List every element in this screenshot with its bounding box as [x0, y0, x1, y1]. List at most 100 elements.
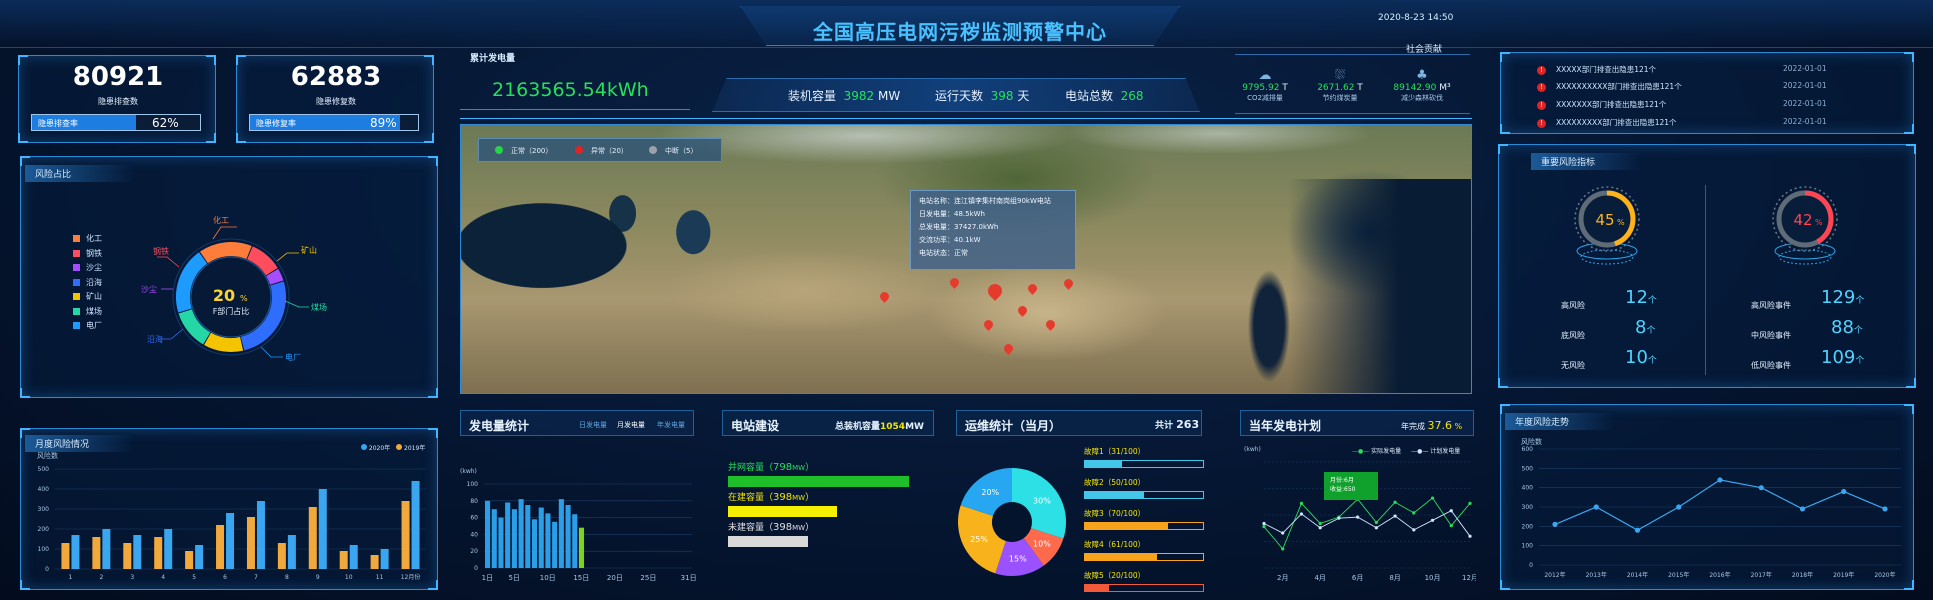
pie-hole: [993, 503, 1031, 541]
power-bar: [538, 507, 544, 568]
x-tick-label: 8: [285, 574, 289, 581]
social-item: ♣ 89142.90 M³ 减少森林砍伐: [1384, 68, 1460, 103]
power-bar: [498, 517, 504, 568]
key-risk-panel: 重要风险指标 45 % 42 % 高风险 12个 底风险 8个 无风险 10个 …: [1498, 144, 1916, 388]
series-point: [1374, 520, 1378, 525]
x-tick-label: 25日: [640, 574, 656, 582]
capacity-item: 电站总数 268: [1065, 89, 1144, 103]
y-tick-label: 100: [38, 546, 50, 553]
x-tick-label: 2012年: [1544, 571, 1565, 579]
x-tick-label: 10日: [540, 574, 556, 582]
bar-2020: [71, 535, 80, 569]
x-tick-label: 2016年: [1709, 571, 1730, 579]
pie-label: 25%: [970, 535, 988, 544]
slice-label: 沿海: [147, 334, 163, 344]
gauge-value: 42: [1793, 211, 1812, 229]
power-bar: [545, 513, 551, 568]
chart-legend: 2020年 2019年: [361, 443, 425, 452]
tree-icon: ♣: [1416, 68, 1428, 83]
panel-title: 风险占比: [25, 165, 135, 182]
x-tick-label: 5: [192, 574, 196, 581]
bar-2019: [185, 551, 194, 569]
x-tick-label: 2020年: [1874, 571, 1895, 579]
x-tick-label: 2018年: [1792, 571, 1813, 579]
y-tick-label: 200: [38, 526, 50, 533]
dashboard-root: 全国高压电网污秽监测预警中心 2020-8-23 14:50 80921 隐患排…: [0, 0, 1933, 600]
x-tick-label: 2013年: [1586, 571, 1607, 579]
series-point: [1634, 527, 1641, 533]
donut-center-unit: %: [240, 294, 248, 303]
y-tick-label: 500: [1522, 465, 1534, 472]
alert-row[interactable]: ! XXXXXXX部门排查出隐患121个 2022-01-01: [1537, 99, 1897, 110]
power-bar: [505, 502, 511, 568]
series-point: [1412, 528, 1416, 532]
y-tick-label: 500: [38, 466, 50, 473]
station-tooltip: 电站名称：连江镇李集村南岗组90kW电站 日发电量：48.5kWh 总发电量：3…: [910, 190, 1076, 270]
series-point: [1281, 547, 1285, 551]
x-tick-label: 4: [161, 574, 165, 581]
panel-divider: [1705, 185, 1706, 375]
legend-dot: [495, 146, 503, 154]
pie-label: 30%: [1033, 496, 1051, 505]
rate-bar-label: 隐患排查率: [38, 119, 78, 128]
x-tick-label: 20日: [607, 574, 623, 582]
bar-2019: [92, 537, 101, 569]
bar-2020: [349, 545, 358, 569]
tab-month[interactable]: 月发电量: [617, 420, 645, 430]
alert-icon: !: [1537, 119, 1546, 128]
donut-slice: [199, 242, 252, 264]
donut-center-label: F部门占比: [213, 306, 250, 316]
bar-2020: [318, 489, 327, 569]
cumulative-underline: [460, 109, 690, 110]
legend-item: 矿山: [73, 290, 102, 305]
plan-header: 当年发电计划 年完成 37.6 %: [1240, 410, 1474, 436]
alert-row[interactable]: ! XXXXX部门排查出隐患121个 2022-01-01: [1537, 64, 1897, 75]
stat-card-2: 62883 隐患修复数 隐患修复率 89%: [236, 55, 434, 143]
monthly-risk-panel: 月度风险情况 2020年 2019年 风险数 0 100 200 300 400 500 1…: [20, 428, 438, 590]
social-item: ⛆ 2671.62 T 节约煤炭量: [1308, 68, 1372, 103]
x-tick-label: 12月份: [401, 573, 421, 581]
x-tick-label: 11: [376, 574, 384, 581]
alert-row[interactable]: ! XXXXXXXXXX部门排查出隐患121个 2022-01-01: [1537, 81, 1897, 92]
y-tick-label: 20: [470, 548, 478, 555]
risk-row: 高风险 12个: [1561, 287, 1657, 310]
bar-2020: [287, 535, 296, 569]
power-bar: [511, 509, 517, 568]
power-bar-chart: 0 20 40 60 80 100 1日 5日 10日 15日 20日 25日 31日: [467, 481, 696, 582]
bar-2019: [401, 501, 410, 569]
bar-2019: [277, 543, 286, 569]
x-tick-label: 15日: [573, 574, 589, 582]
tab-day[interactable]: 日发电量: [579, 420, 607, 430]
rate-bar-label: 隐患修复率: [256, 119, 296, 128]
stat-label: 隐患排查数: [98, 97, 138, 106]
series-point: [1449, 509, 1453, 513]
bar-2020: [133, 535, 142, 569]
series-point: [1356, 515, 1360, 519]
y-tick-label: 60: [470, 515, 478, 522]
risk-row: 中风险事件 88个: [1751, 317, 1863, 340]
stat-card-1: 80921 隐患排查数 隐患排查率 62%: [18, 55, 216, 143]
slice-label: 钢铁: [153, 246, 169, 256]
cumulative-value: 2163565.54kWh: [492, 79, 649, 101]
x-tick-label: 8月: [1389, 574, 1400, 582]
x-tick-label: 2月: [1277, 574, 1288, 582]
gauge-left: 45 %: [1574, 186, 1640, 265]
bar-2020: [226, 513, 235, 569]
slice-label: 沙尘: [141, 284, 157, 294]
fault-row: 故障2（50/100）: [1084, 477, 1204, 508]
x-tick-label: 6月: [1352, 574, 1363, 582]
construction-header: 电站建设 总装机容量1054MW: [722, 410, 934, 436]
ops-pie-chart: 30% 10% 15% 25% 20%: [958, 468, 1066, 576]
tab-year[interactable]: 年发电量: [657, 420, 685, 430]
x-tick-label: 2019年: [1833, 571, 1854, 579]
bar-2020: [195, 545, 204, 569]
series-point: [1552, 521, 1558, 527]
risk-share-panel: 风险占比 化工 钢铁 沙尘 沿海 矿山 煤场 电厂 20 % F部门占比 化工 …: [20, 156, 438, 398]
x-tick-label: 4月: [1314, 574, 1325, 582]
alert-row[interactable]: ! XXXXXXXXX部门排查出隐患121个 2022-01-01: [1537, 117, 1897, 128]
series-point: [1374, 526, 1378, 530]
alerts-panel: ! XXXXX部门排查出隐患121个 2022-01-01 ! XXXXXXXXXX…: [1500, 52, 1914, 134]
plan-tooltip: 月份:6月 收益:650: [1324, 472, 1378, 500]
gauge-right: 42 %: [1772, 186, 1838, 265]
fault-row: 故障4（61/100）: [1084, 539, 1204, 570]
